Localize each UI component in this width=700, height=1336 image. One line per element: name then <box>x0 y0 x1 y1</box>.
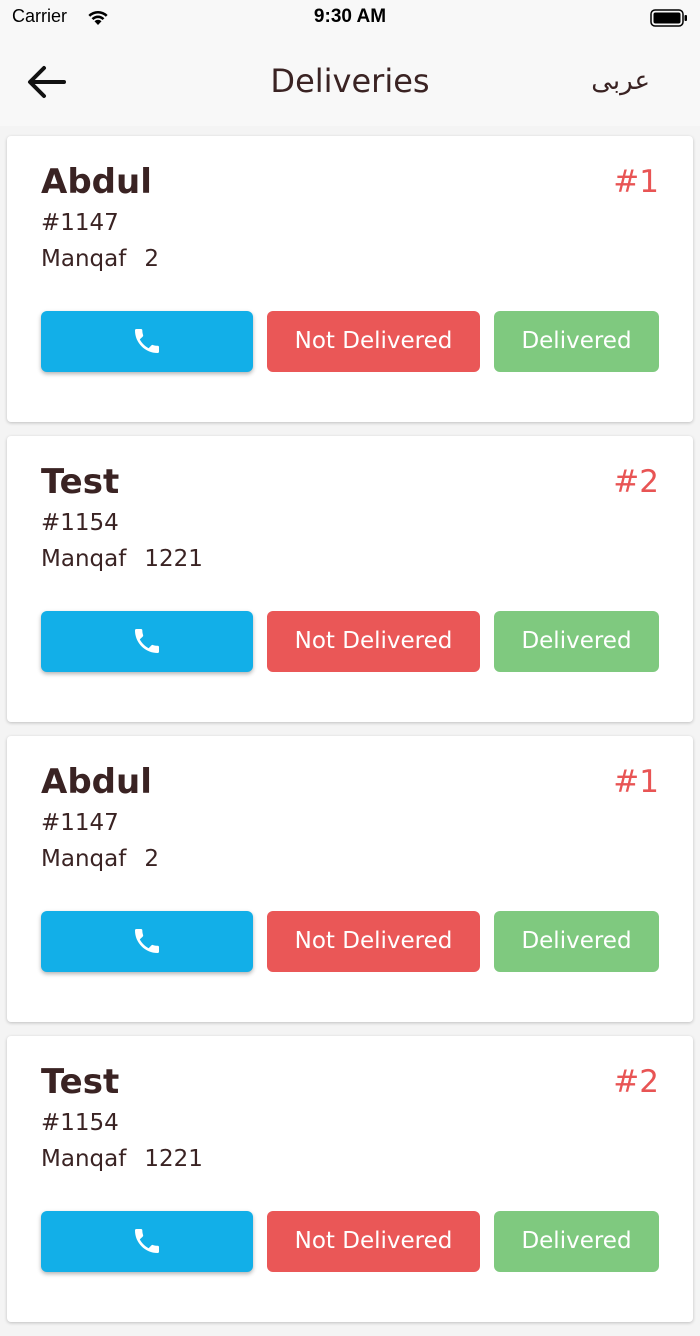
call-button[interactable] <box>41 911 253 972</box>
customer-name: Test <box>41 1062 120 1102</box>
status-time: 9:30 AM <box>313 6 387 27</box>
status-bar: Carrier 9:30 AM <box>0 0 700 36</box>
phone-icon <box>135 929 159 953</box>
customer-name: Abdul <box>41 162 152 202</box>
deliveries-list: Abdul #1 #1147 Manqaf 2 Not Delivered Del… <box>0 136 700 1336</box>
call-button[interactable] <box>41 611 253 672</box>
address-area: Manqaf <box>41 546 127 572</box>
address-block: 2 <box>144 846 159 872</box>
queue-number: #2 <box>613 464 659 500</box>
not-delivered-button[interactable]: Not Delivered <box>267 611 480 672</box>
battery-icon <box>650 9 687 27</box>
address-block: 1221 <box>144 546 203 572</box>
delivery-card: Test #2 #1154 Manqaf 1221 Not Delivered D… <box>7 1036 693 1322</box>
order-number: #1147 <box>41 210 119 236</box>
address-area: Manqaf <box>41 246 127 272</box>
queue-number: #2 <box>613 1064 659 1100</box>
delivery-card: Abdul #1 #1147 Manqaf 2 Not Delivered Del… <box>7 136 693 422</box>
address: Manqaf 1221 <box>41 1146 203 1172</box>
address: Manqaf 1221 <box>41 546 203 572</box>
delivered-button[interactable]: Delivered <box>494 311 659 372</box>
order-number: #1154 <box>41 510 119 536</box>
phone-icon <box>135 329 159 353</box>
queue-number: #1 <box>613 164 659 200</box>
customer-name: Abdul <box>41 762 152 802</box>
language-toggle-button[interactable]: عربى <box>591 66 650 96</box>
phone-icon <box>135 629 159 653</box>
address-area: Manqaf <box>41 846 127 872</box>
app-header: Deliveries عربى <box>0 36 700 126</box>
address: Manqaf 2 <box>41 246 159 272</box>
address-block: 1221 <box>144 1146 203 1172</box>
call-button[interactable] <box>41 311 253 372</box>
address-area: Manqaf <box>41 1146 127 1172</box>
delivered-button[interactable]: Delivered <box>494 911 659 972</box>
not-delivered-button[interactable]: Not Delivered <box>267 311 480 372</box>
not-delivered-button[interactable]: Not Delivered <box>267 911 480 972</box>
delivery-card: Test #2 #1154 Manqaf 1221 Not Delivered D… <box>7 436 693 722</box>
address: Manqaf 2 <box>41 846 159 872</box>
phone-icon <box>135 1229 159 1253</box>
customer-name: Test <box>41 462 120 502</box>
order-number: #1154 <box>41 1110 119 1136</box>
call-button[interactable] <box>41 1211 253 1272</box>
delivery-card: Abdul #1 #1147 Manqaf 2 Not Delivered Del… <box>7 736 693 1022</box>
delivered-button[interactable]: Delivered <box>494 1211 659 1272</box>
delivered-button[interactable]: Delivered <box>494 611 659 672</box>
queue-number: #1 <box>613 764 659 800</box>
address-block: 2 <box>144 246 159 272</box>
order-number: #1147 <box>41 810 119 836</box>
not-delivered-button[interactable]: Not Delivered <box>267 1211 480 1272</box>
